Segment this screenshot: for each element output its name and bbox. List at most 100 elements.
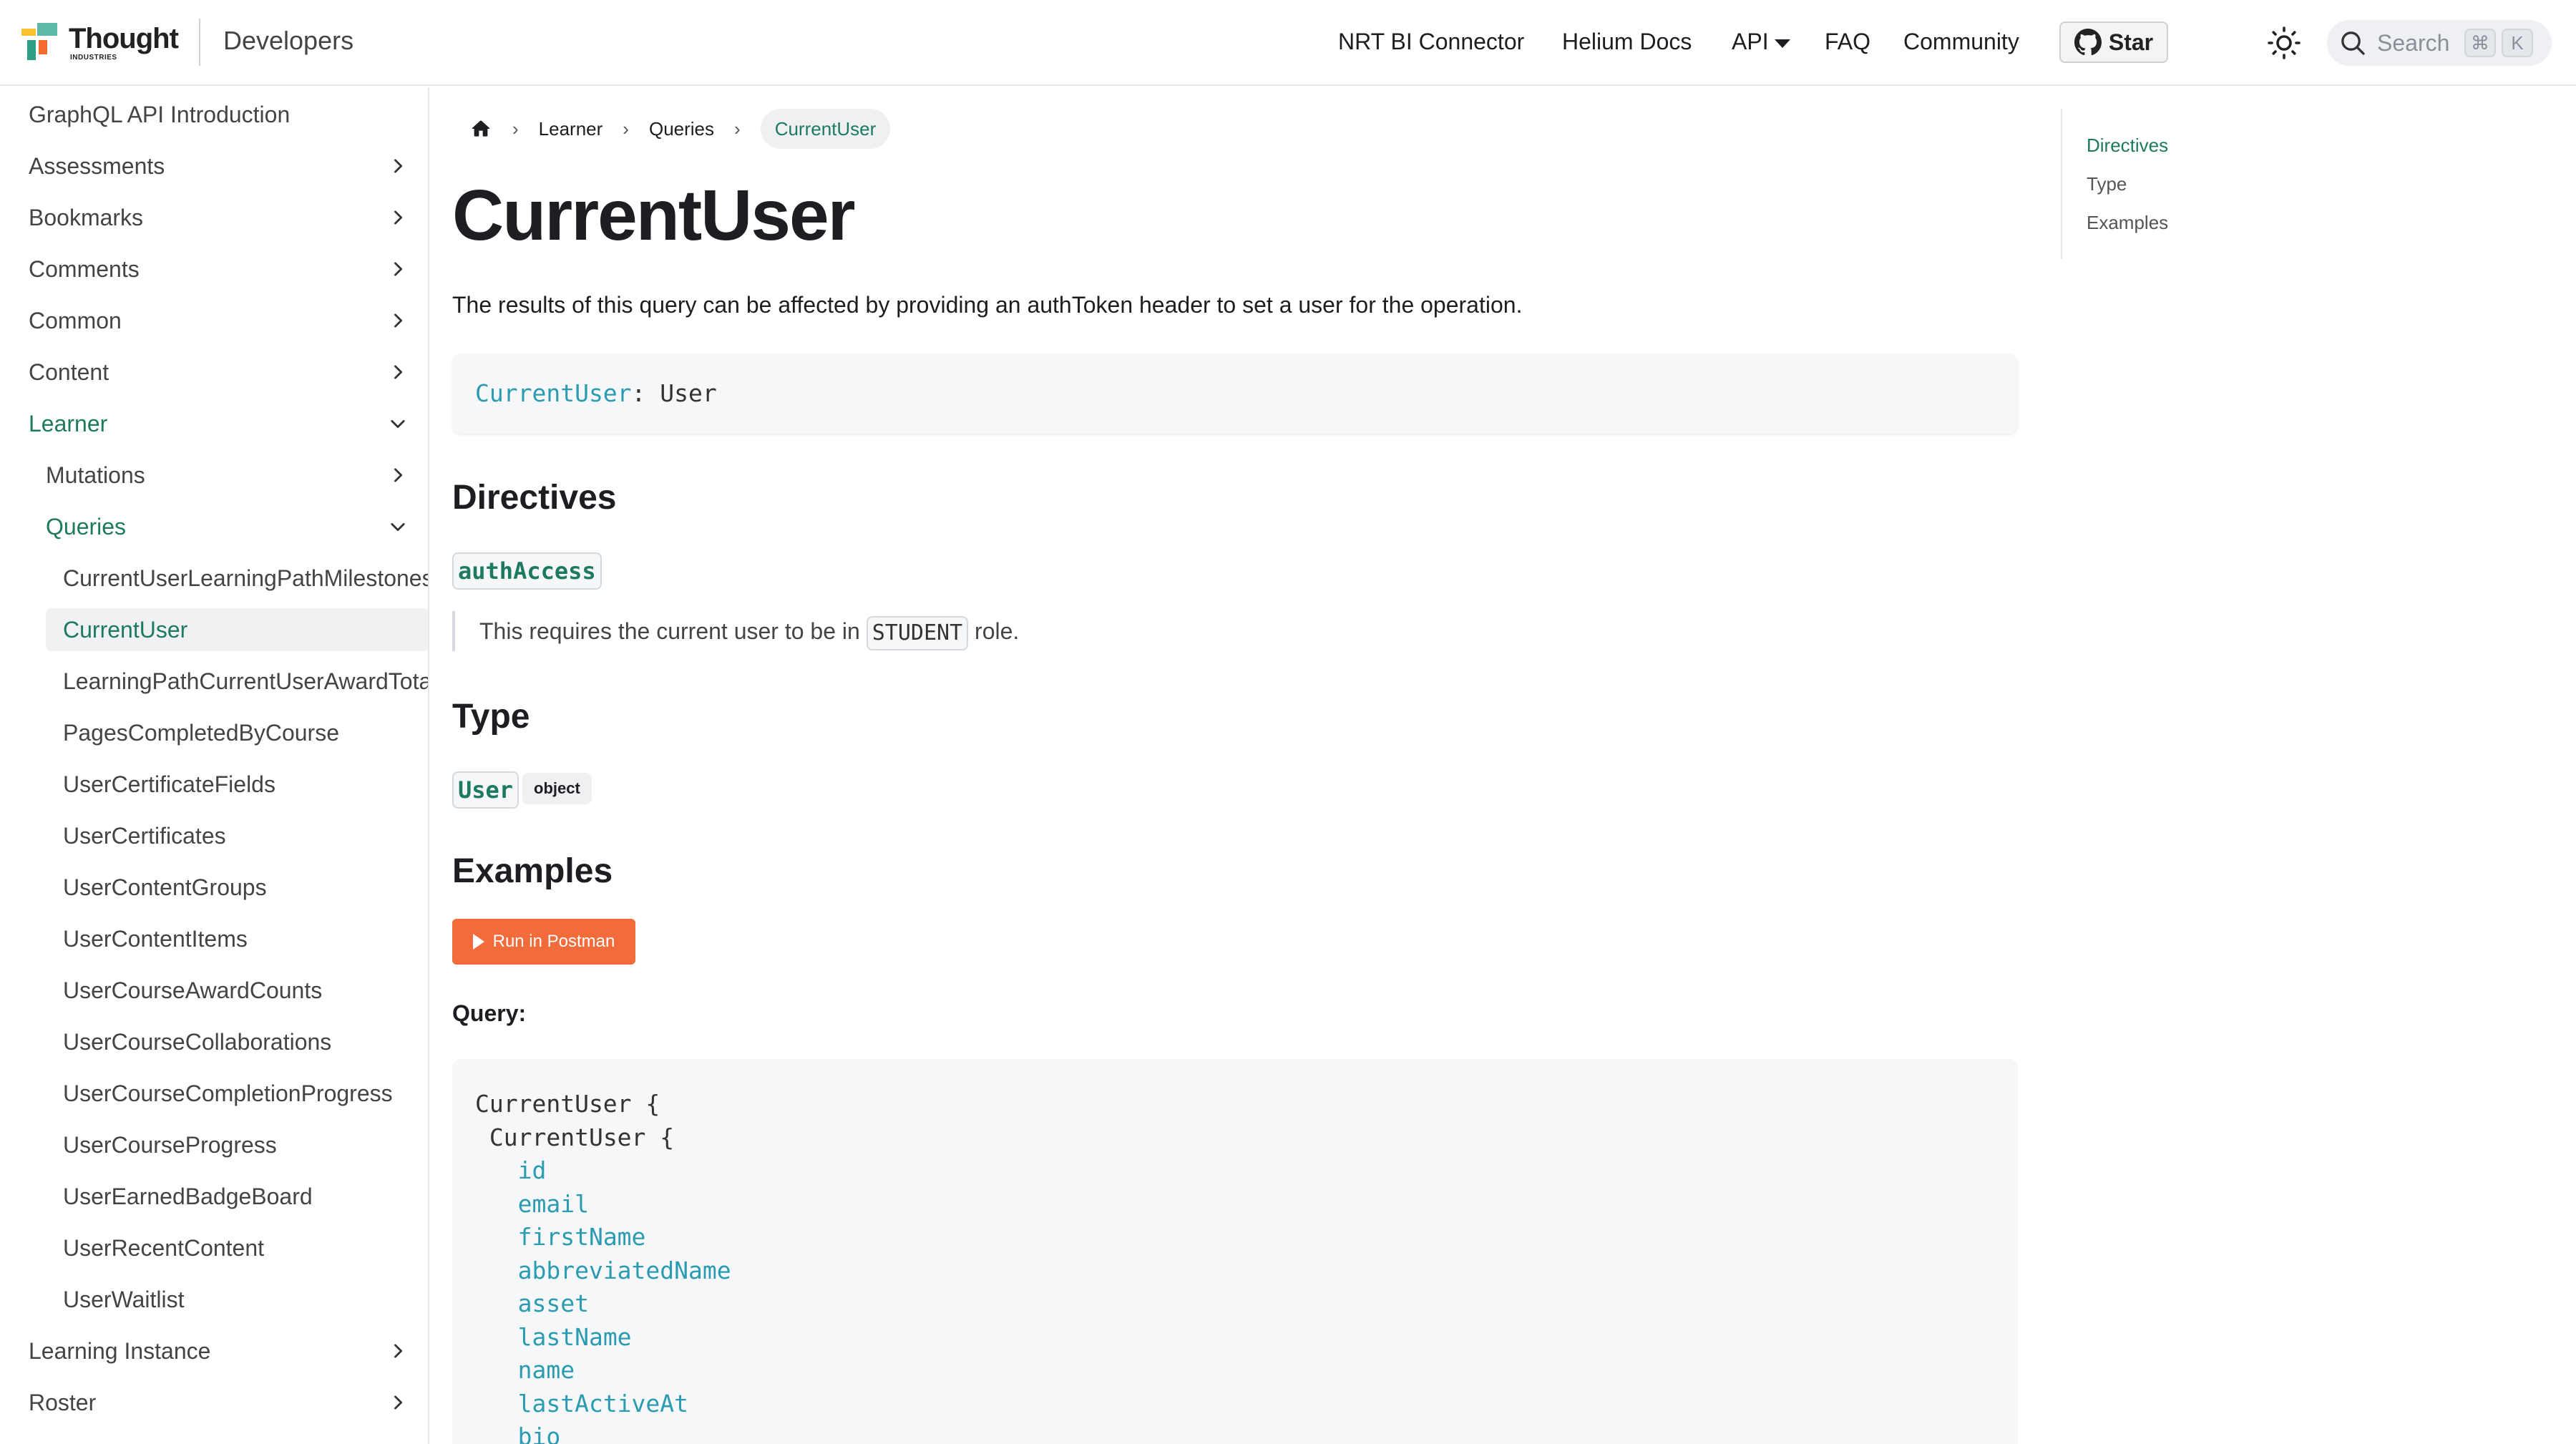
sidebar-item[interactable]: CurrentUser [46,608,428,651]
logo-subtext: INDUSTRIES [70,54,117,62]
sidebar-item[interactable]: Content [29,351,415,394]
sidebar-item[interactable]: UserCourseProgress [63,1123,428,1166]
sidebar-item-label: Mutations [46,462,145,488]
chevron-right-icon[interactable] [388,1392,408,1413]
page-title: CurrentUser [452,175,855,255]
directive-desc-suffix: role. [968,618,1020,644]
chevron-right-icon[interactable] [388,311,408,331]
caret-down-icon [1774,39,1790,48]
sidebar-item[interactable]: Assessments [29,145,415,187]
nav-link-community[interactable]: Community [1903,29,2019,55]
sidebar-item[interactable]: Learner [29,402,415,445]
sidebar-item[interactable]: CurrentUserLearningPathMilestones [63,557,428,600]
sidebar-item[interactable]: UserContentItems [63,917,428,960]
sidebar-item[interactable]: UserCourseAwardCounts [63,969,428,1012]
docs-sidebar: GraphQL API Introduction Assessments Bookm… [0,87,429,1444]
sidebar-item[interactable]: UserRecentContent [63,1226,428,1269]
search-icon [2341,31,2365,55]
nav-link-api-dropdown[interactable]: API [1732,29,1790,55]
sidebar-item[interactable]: Queries [46,505,415,548]
breadcrumb-separator-icon: › [512,117,519,140]
sidebar-item[interactable]: UserContentGroups [63,866,428,909]
breadcrumb-current: CurrentUser [760,109,891,149]
logo-divider [199,19,200,66]
code-field: asset [517,1289,589,1317]
code-line: email [475,1188,2018,1221]
sidebar-item-label: Roster [29,1390,97,1415]
sidebar-item[interactable]: UserCertificates [63,814,428,857]
theme-toggle-sun-icon[interactable] [2267,26,2301,60]
sidebar-item-label: GraphQL API Introduction [29,102,291,127]
sidebar-item-label: Common [29,308,122,333]
breadcrumb: › Learner › Queries › CurrentUser [452,109,891,149]
chevron-right-icon[interactable] [388,259,408,279]
sidebar-item-label: Learner [29,411,108,436]
thought-industries-logo[interactable]: Thought INDUSTRIES [21,23,179,63]
code-field: firstName [517,1223,646,1251]
code-keyword: CurrentUser { [489,1123,675,1151]
chevron-right-icon[interactable] [388,465,408,485]
sidebar-item[interactable]: UserCertificateFields [63,763,428,806]
chevron-down-icon[interactable] [388,517,408,537]
chevron-down-icon[interactable] [388,414,408,434]
sidebar-item-label: UserCourseCollaborations [63,1029,332,1055]
sidebar-item[interactable]: Roster [29,1381,415,1424]
toc-item-examples[interactable]: Examples [2087,212,2168,234]
sidebar-item[interactable]: UserCourseCompletionProgress [63,1072,428,1115]
code-field: bio [517,1423,561,1444]
breadcrumb-learner[interactable]: Learner [539,118,603,140]
logo-mark-icon [21,23,59,63]
nav-link-faq[interactable]: FAQ [1825,29,1870,55]
sidebar-item[interactable]: Comments [29,248,415,291]
sidebar-item[interactable]: Bookmarks [29,196,415,239]
directive-description: This requires the current user to be in … [452,611,1019,651]
github-star-button[interactable]: Star [2059,21,2168,63]
directive-badge[interactable]: authAccess [452,552,602,590]
star-label: Star [2108,29,2154,55]
sidebar-item-label: UserEarnedBadgeBoard [63,1184,313,1209]
sidebar-item[interactable]: UserWaitlist [63,1278,428,1321]
code-line: bio [475,1420,2018,1444]
type-heading: Type [452,698,530,736]
chevron-right-icon[interactable] [388,362,408,382]
sidebar-item[interactable]: GraphQL API Introduction [29,93,415,136]
play-icon [472,934,484,950]
nav-link-nrt-bi-connector[interactable]: NRT BI Connector [1338,29,1524,55]
toc-item-type[interactable]: Type [2087,173,2127,195]
code-line: asset [475,1287,2018,1321]
top-navbar: Thought INDUSTRIES Developers NRT BI Con… [0,0,2576,86]
sidebar-item[interactable]: PagesCompletedByCourse [63,711,428,754]
sidebar-item-label: UserRecentContent [63,1235,265,1261]
sidebar-item-label: Content [29,359,109,385]
sidebar-item-label: UserCertificateFields [63,771,275,797]
sidebar-item[interactable]: Common [29,299,415,342]
sidebar-item-label: Queries [46,514,127,540]
logo-wordmark: Thought [69,23,179,54]
signature-return-type: : User [631,379,717,407]
sidebar-item[interactable]: Mutations [46,454,415,497]
nav-link-helium-docs[interactable]: Helium Docs [1562,29,1692,55]
search-button[interactable]: Search ⌘ K [2327,20,2552,66]
postman-label: Run in Postman [492,932,615,951]
site-section-title[interactable]: Developers [223,26,353,56]
sidebar-item[interactable]: UserEarnedBadgeBoard [63,1175,428,1218]
chevron-right-icon[interactable] [388,1341,408,1361]
code-line: id [475,1154,2018,1188]
home-icon[interactable] [469,117,492,140]
breadcrumb-queries[interactable]: Queries [649,118,714,140]
chevron-right-icon[interactable] [388,208,408,228]
sidebar-item[interactable]: LearningPathCurrentUserAwardTotals [63,660,428,703]
sidebar-item-label: Bookmarks [29,205,144,230]
sidebar-item[interactable]: UserCourseCollaborations [63,1020,428,1063]
code-field: id [517,1156,547,1184]
sidebar-item-label: UserContentItems [63,926,248,952]
chevron-right-icon[interactable] [388,156,408,176]
kbd-cmd-key: ⌘ [2464,29,2496,57]
toc-item-directives[interactable]: Directives [2087,135,2168,157]
run-in-postman-button[interactable]: Run in Postman [452,919,635,965]
sidebar-item[interactable]: Learning Instance [29,1330,415,1372]
query-code-block: CurrentUser { CurrentUser { id email fir… [452,1059,2018,1444]
type-badge[interactable]: User [452,771,519,809]
kbd-k-key: K [2502,29,2533,57]
role-code: STUDENT [866,615,969,650]
